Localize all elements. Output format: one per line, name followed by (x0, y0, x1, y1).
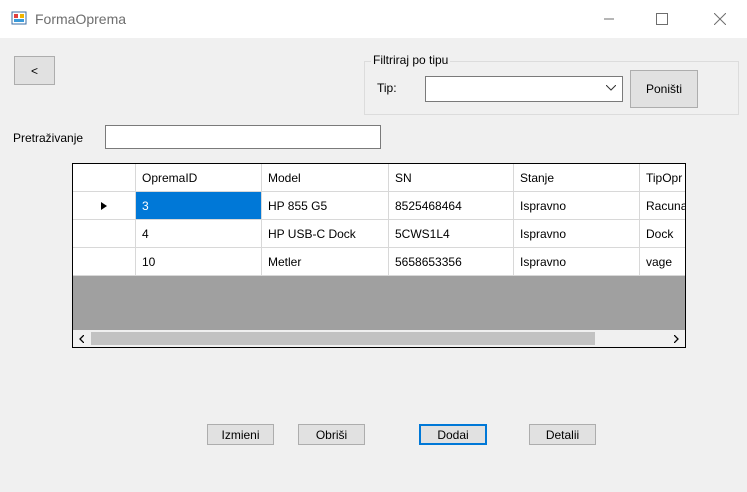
table-cell[interactable]: HP USB-C Dock (262, 220, 389, 248)
table-cell[interactable]: 5658653356 (389, 248, 514, 276)
search-input[interactable] (105, 125, 381, 149)
table-cell[interactable]: 8525468464 (389, 192, 514, 220)
column-header[interactable]: Model (262, 164, 389, 192)
table-cell[interactable]: vage (640, 248, 685, 276)
equipment-grid[interactable]: OpremaID Model SN Stanje TipOpr 3 HP 855… (72, 163, 686, 348)
table-row[interactable]: 3 HP 855 G5 8525468464 Ispravno Racuna (73, 192, 685, 220)
maximize-icon (656, 13, 668, 25)
column-header[interactable]: SN (389, 164, 514, 192)
column-header[interactable]: Stanje (514, 164, 640, 192)
current-row-arrow-icon (101, 201, 107, 210)
horizontal-scrollbar[interactable] (73, 330, 685, 347)
window-title: FormaOprema (35, 11, 127, 27)
row-header[interactable] (73, 220, 136, 248)
table-cell[interactable]: 3 (136, 192, 262, 220)
table-cell[interactable]: Metler (262, 248, 389, 276)
table-cell[interactable]: HP 855 G5 (262, 192, 389, 220)
reset-filter-button[interactable]: Poništi (630, 70, 698, 108)
edit-button[interactable]: Izmieni (207, 424, 274, 445)
table-cell[interactable]: 5CWS1L4 (389, 220, 514, 248)
close-icon (714, 13, 726, 25)
grid-header-row: OpremaID Model SN Stanje TipOpr (73, 164, 685, 192)
scroll-left-button[interactable] (73, 332, 90, 345)
table-cell[interactable]: 10 (136, 248, 262, 276)
title-bar: FormaOprema (0, 0, 747, 38)
details-button[interactable]: Detalii (529, 424, 596, 445)
table-cell[interactable]: Dock (640, 220, 685, 248)
close-button[interactable] (697, 0, 743, 38)
tip-label: Tip: (377, 81, 397, 95)
table-row[interactable]: 4 HP USB-C Dock 5CWS1L4 Ispravno Dock (73, 220, 685, 248)
app-icon (11, 11, 27, 25)
minimize-icon (604, 18, 614, 20)
column-header[interactable]: TipOpr (640, 164, 685, 192)
table-cell[interactable]: Ispravno (514, 220, 640, 248)
scroll-right-button[interactable] (668, 332, 685, 345)
back-button[interactable]: < (14, 56, 55, 85)
row-header[interactable] (73, 248, 136, 276)
table-row[interactable]: 10 Metler 5658653356 Ispravno vage (73, 248, 685, 276)
delete-button[interactable]: Obriši (298, 424, 365, 445)
table-cell[interactable]: Ispravno (514, 248, 640, 276)
maximize-button[interactable] (639, 0, 685, 38)
table-cell[interactable]: 4 (136, 220, 262, 248)
search-label: Pretraživanje (13, 131, 84, 145)
chevron-left-icon (79, 334, 84, 343)
scrollbar-thumb[interactable] (91, 332, 595, 345)
form-window: FormaOprema < Filtriraj po tipu Tip: Pon… (0, 0, 747, 492)
column-header[interactable]: OpremaID (136, 164, 262, 192)
table-cell[interactable]: Ispravno (514, 192, 640, 220)
chevron-right-icon (674, 334, 679, 343)
add-button[interactable]: Dodai (419, 424, 487, 445)
grid-corner-header (73, 164, 136, 192)
table-cell[interactable]: Racuna (640, 192, 685, 220)
minimize-button[interactable] (586, 0, 632, 38)
filter-group-label: Filtriraj po tipu (371, 53, 451, 67)
row-header[interactable] (73, 192, 136, 220)
chevron-down-icon (606, 85, 616, 91)
tip-combobox[interactable] (425, 76, 623, 102)
